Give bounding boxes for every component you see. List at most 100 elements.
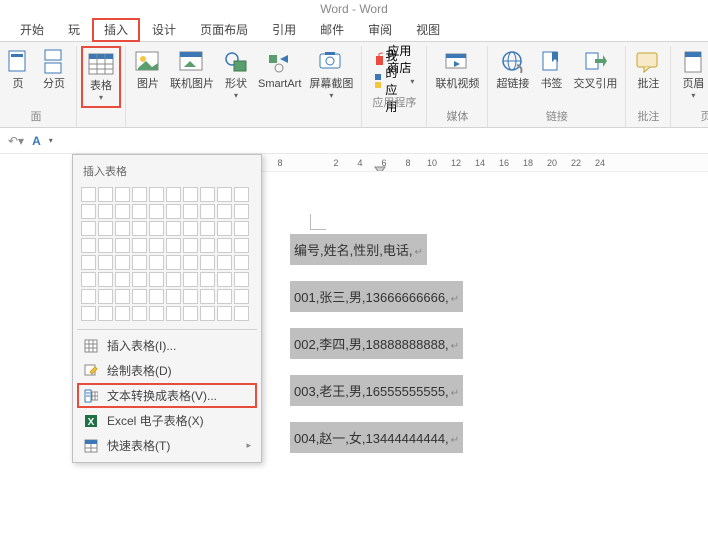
grid-cell[interactable] (149, 238, 164, 253)
table-button[interactable]: 表格 ▾ (81, 46, 121, 108)
grid-cell[interactable] (183, 238, 198, 253)
grid-cell[interactable] (98, 306, 113, 321)
grid-cell[interactable] (149, 187, 164, 202)
shapes-button[interactable]: 形状 ▾ (218, 46, 254, 108)
grid-cell[interactable] (217, 221, 232, 236)
tab-mailings[interactable]: 邮件 (308, 18, 356, 42)
grid-cell[interactable] (81, 221, 96, 236)
grid-cell[interactable] (81, 255, 96, 270)
grid-cell[interactable] (183, 272, 198, 287)
draw-table-item[interactable]: 绘制表格(D) (77, 358, 257, 383)
tab-play[interactable]: 玩 (56, 18, 92, 42)
excel-item[interactable]: X Excel 电子表格(X) (77, 408, 257, 433)
grid-cell[interactable] (166, 306, 181, 321)
grid-cell[interactable] (200, 289, 215, 304)
grid-cell[interactable] (166, 221, 181, 236)
grid-cell[interactable] (183, 306, 198, 321)
tab-home[interactable]: 开始 (8, 18, 56, 42)
grid-cell[interactable] (115, 221, 130, 236)
grid-cell[interactable] (166, 204, 181, 219)
grid-cell[interactable] (166, 255, 181, 270)
grid-cell[interactable] (183, 204, 198, 219)
grid-cell[interactable] (132, 221, 147, 236)
grid-cell[interactable] (200, 221, 215, 236)
grid-cell[interactable] (234, 187, 249, 202)
grid-cell[interactable] (98, 204, 113, 219)
document-page[interactable]: 编号,姓名,性别,电话,↵ 001,张三,男,13666666666,↵ 002… (290, 234, 690, 469)
document-line[interactable]: 002,李四,男,18888888888,↵ (290, 328, 463, 359)
grid-cell[interactable] (98, 187, 113, 202)
grid-cell[interactable] (234, 306, 249, 321)
grid-cell[interactable] (200, 306, 215, 321)
grid-cell[interactable] (98, 272, 113, 287)
grid-cell[interactable] (217, 238, 232, 253)
font-style-button[interactable]: A (32, 134, 41, 148)
grid-cell[interactable] (149, 221, 164, 236)
grid-cell[interactable] (132, 289, 147, 304)
grid-cell[interactable] (115, 204, 130, 219)
comment-button[interactable]: 批注 (630, 46, 666, 108)
tab-view[interactable]: 视图 (404, 18, 452, 42)
grid-cell[interactable] (166, 238, 181, 253)
tab-references[interactable]: 引用 (260, 18, 308, 42)
tab-design[interactable]: 设计 (140, 18, 188, 42)
grid-cell[interactable] (166, 187, 181, 202)
grid-cell[interactable] (132, 238, 147, 253)
grid-cell[interactable] (200, 187, 215, 202)
grid-cell[interactable] (98, 289, 113, 304)
grid-cell[interactable] (200, 238, 215, 253)
grid-cell[interactable] (115, 289, 130, 304)
document-line[interactable]: 004,赵一,女,13444444444,↵ (290, 422, 463, 453)
grid-cell[interactable] (98, 238, 113, 253)
grid-cell[interactable] (149, 204, 164, 219)
screenshot-button[interactable]: 屏幕截图 ▾ (305, 46, 357, 108)
grid-cell[interactable] (81, 204, 96, 219)
cover-page-button[interactable]: 页 (0, 46, 36, 108)
smartart-button[interactable]: SmartArt (254, 46, 305, 108)
grid-cell[interactable] (234, 289, 249, 304)
grid-cell[interactable] (217, 272, 232, 287)
grid-cell[interactable] (183, 187, 198, 202)
grid-cell[interactable] (166, 289, 181, 304)
grid-cell[interactable] (115, 255, 130, 270)
tab-layout[interactable]: 页面布局 (188, 18, 260, 42)
grid-cell[interactable] (149, 289, 164, 304)
grid-cell[interactable] (217, 187, 232, 202)
grid-cell[interactable] (132, 204, 147, 219)
table-grid-selector[interactable] (77, 183, 257, 326)
grid-cell[interactable] (200, 272, 215, 287)
grid-cell[interactable] (234, 221, 249, 236)
grid-cell[interactable] (81, 306, 96, 321)
text-to-table-item[interactable]: 文本转换成表格(V)... (77, 383, 257, 408)
grid-cell[interactable] (132, 306, 147, 321)
grid-cell[interactable] (132, 255, 147, 270)
grid-cell[interactable] (166, 272, 181, 287)
insert-table-item[interactable]: 插入表格(I)... (77, 333, 257, 358)
grid-cell[interactable] (98, 255, 113, 270)
grid-cell[interactable] (234, 255, 249, 270)
grid-cell[interactable] (132, 272, 147, 287)
document-line[interactable]: 编号,姓名,性别,电话,↵ (290, 234, 427, 265)
grid-cell[interactable] (132, 187, 147, 202)
indent-marker-icon[interactable] (374, 166, 386, 172)
grid-cell[interactable] (81, 272, 96, 287)
picture-button[interactable]: 图片 (130, 46, 166, 108)
grid-cell[interactable] (183, 221, 198, 236)
grid-cell[interactable] (115, 187, 130, 202)
tab-insert[interactable]: 插入 (92, 18, 140, 42)
crossref-button[interactable]: 交叉引用 (569, 46, 621, 108)
grid-cell[interactable] (217, 289, 232, 304)
online-picture-button[interactable]: 联机图片 (166, 46, 218, 108)
grid-cell[interactable] (217, 306, 232, 321)
grid-cell[interactable] (81, 238, 96, 253)
grid-cell[interactable] (98, 221, 113, 236)
online-video-button[interactable]: 联机视频 (431, 46, 483, 108)
grid-cell[interactable] (183, 255, 198, 270)
grid-cell[interactable] (217, 204, 232, 219)
grid-cell[interactable] (149, 306, 164, 321)
quick-tables-item[interactable]: 快速表格(T) ▸ (77, 433, 257, 458)
grid-cell[interactable] (115, 238, 130, 253)
grid-cell[interactable] (200, 255, 215, 270)
grid-cell[interactable] (234, 272, 249, 287)
bookmark-button[interactable]: 书签 (533, 46, 569, 108)
